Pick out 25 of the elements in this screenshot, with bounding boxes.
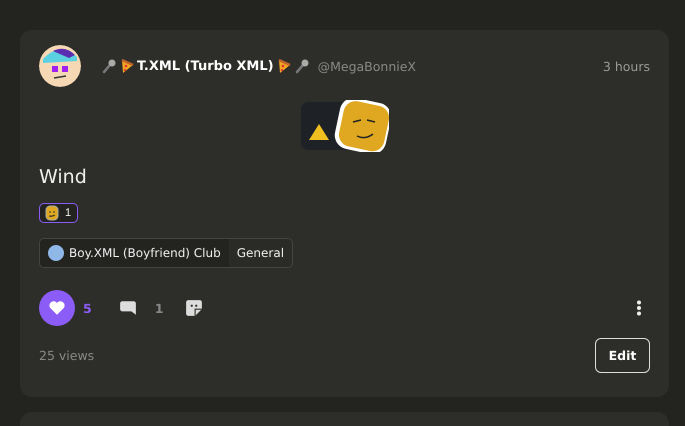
view-count: 25 views: [39, 348, 94, 363]
comment-icon[interactable]: [118, 299, 137, 317]
pizza-slice-icon: [119, 58, 135, 74]
author-handle[interactable]: @MegaBonnieX: [318, 58, 416, 74]
edit-button[interactable]: Edit: [595, 338, 650, 373]
comment-count: 1: [154, 300, 164, 316]
reaction-chip[interactable]: 1: [39, 203, 78, 223]
like-button[interactable]: [39, 290, 75, 326]
heart-icon: [48, 299, 66, 317]
sticker-icon[interactable]: [185, 299, 204, 317]
microphone-icon: [294, 58, 310, 74]
author-name[interactable]: T.XML (Turbo XML): [137, 58, 274, 74]
pizza-slice-icon: [276, 58, 292, 74]
sticker-face-icon: [44, 205, 60, 221]
channel-name[interactable]: General: [228, 246, 292, 260]
community-label[interactable]: Boy.XML (Boyfriend) Club: [69, 246, 221, 260]
post-title: Wind: [39, 166, 88, 188]
more-options-icon[interactable]: [636, 300, 642, 316]
post-time: 3 hours: [602, 58, 650, 74]
microphone-icon: [101, 58, 117, 74]
avatar-icon: [39, 45, 81, 87]
community-name[interactable]: Boy.XML (Boyfriend) Club: [40, 239, 229, 267]
like-count: 5: [83, 300, 92, 316]
community-tag[interactable]: Boy.XML (Boyfriend) Club General: [39, 238, 294, 268]
community-avatar-icon: [48, 245, 64, 261]
